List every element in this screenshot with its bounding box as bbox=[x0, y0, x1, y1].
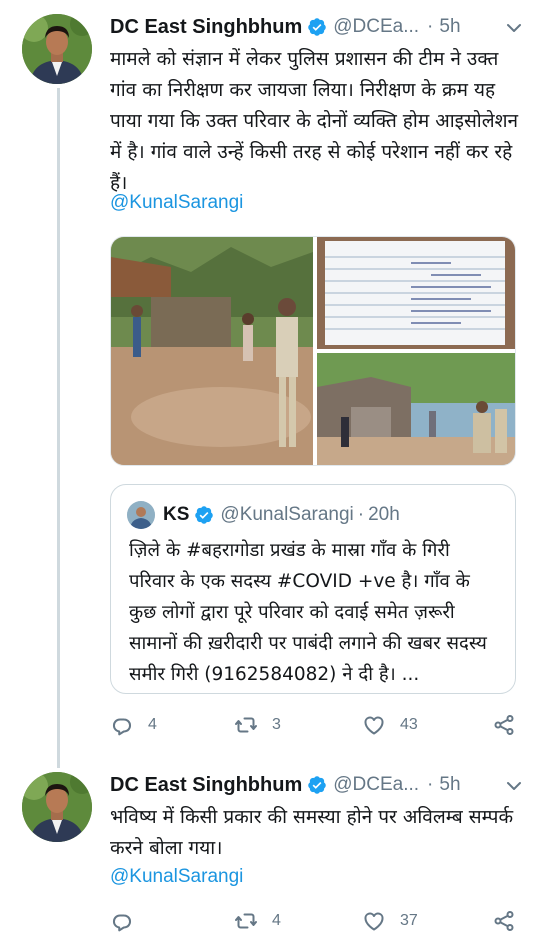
like-icon bbox=[364, 912, 384, 931]
mention-link[interactable]: @KunalSarangi bbox=[110, 866, 243, 888]
quoted-author-handle: @KunalSarangi bbox=[220, 504, 354, 525]
reply-button[interactable]: 4 bbox=[110, 711, 157, 739]
quoted-tweet-header: KS @KunalSarangi · 20h bbox=[163, 499, 400, 531]
share-icon bbox=[494, 911, 514, 931]
tweet-timestamp[interactable]: 5h bbox=[439, 16, 460, 38]
tweet-header: DC East Singhbhum @DCEa... · 5h bbox=[110, 10, 524, 44]
tweet-text: मामले को संज्ञान में लेकर पुलिस प्रशासन … bbox=[110, 48, 519, 194]
like-button[interactable]: 37 bbox=[362, 907, 418, 935]
author-handle[interactable]: @DCEa... bbox=[333, 16, 419, 38]
share-button[interactable] bbox=[492, 907, 516, 935]
chevron-down-icon[interactable] bbox=[502, 774, 526, 798]
thread-connector-line bbox=[57, 88, 60, 768]
author-name[interactable]: DC East Singhbhum bbox=[110, 774, 302, 797]
tweet-1[interactable]: DC East Singhbhum @DCEa... · 5h मामले को… bbox=[0, 0, 540, 768]
share-icon bbox=[494, 715, 514, 735]
like-count: 43 bbox=[400, 716, 418, 733]
chevron-down-icon[interactable] bbox=[502, 16, 526, 40]
reply-icon bbox=[112, 718, 132, 736]
quoted-author-name: KS bbox=[163, 504, 190, 525]
author-avatar[interactable] bbox=[22, 772, 92, 842]
separator-dot: · bbox=[427, 16, 434, 37]
media-photo-house[interactable] bbox=[317, 353, 516, 466]
tweet-actions: 4 3 43 bbox=[110, 711, 520, 739]
author-avatar[interactable] bbox=[22, 14, 92, 84]
tweet-text: भविष्य में किसी प्रकार की समस्या होने पर… bbox=[110, 806, 514, 859]
reply-count: 4 bbox=[148, 716, 157, 733]
retweet-icon bbox=[235, 717, 257, 733]
separator-dot: · bbox=[427, 774, 434, 795]
quoted-tweet-timestamp: 20h bbox=[368, 504, 400, 525]
verified-badge-icon bbox=[307, 17, 327, 37]
mention-link[interactable]: @KunalSarangi bbox=[110, 192, 243, 214]
share-button[interactable] bbox=[492, 711, 516, 739]
quoted-tweet-text: ज़िले के #बहरागोडा प्रखंड के मास्रा गाँव… bbox=[129, 540, 487, 685]
like-count: 37 bbox=[400, 912, 418, 929]
tweet-header: DC East Singhbhum @DCEa... · 5h bbox=[110, 768, 524, 802]
separator-dot: · bbox=[357, 504, 365, 525]
tweet-timestamp[interactable]: 5h bbox=[439, 774, 460, 796]
media-photo-village[interactable] bbox=[111, 237, 313, 466]
like-icon bbox=[364, 716, 384, 735]
verified-badge-icon bbox=[307, 775, 327, 795]
quoted-tweet[interactable]: KS @KunalSarangi · 20h ज़िले के #बहरागोड… bbox=[110, 484, 516, 694]
like-button[interactable]: 43 bbox=[362, 711, 418, 739]
retweet-icon bbox=[235, 913, 257, 929]
author-handle[interactable]: @DCEa... bbox=[333, 774, 419, 796]
media-photo-letter[interactable] bbox=[317, 237, 516, 349]
reply-icon bbox=[112, 914, 132, 932]
retweet-count: 4 bbox=[272, 912, 281, 929]
author-name[interactable]: DC East Singhbhum bbox=[110, 16, 302, 39]
retweet-button[interactable]: 3 bbox=[234, 711, 281, 739]
verified-badge-icon bbox=[194, 505, 214, 525]
reply-button[interactable] bbox=[110, 907, 148, 935]
quoted-author-avatar bbox=[127, 501, 155, 529]
retweet-count: 3 bbox=[272, 716, 281, 733]
tweet-media-grid bbox=[110, 236, 516, 466]
retweet-button[interactable]: 4 bbox=[234, 907, 281, 935]
tweet-2[interactable]: DC East Singhbhum @DCEa... · 5h भविष्य म… bbox=[0, 760, 540, 952]
tweet-actions: 4 37 bbox=[110, 907, 520, 935]
